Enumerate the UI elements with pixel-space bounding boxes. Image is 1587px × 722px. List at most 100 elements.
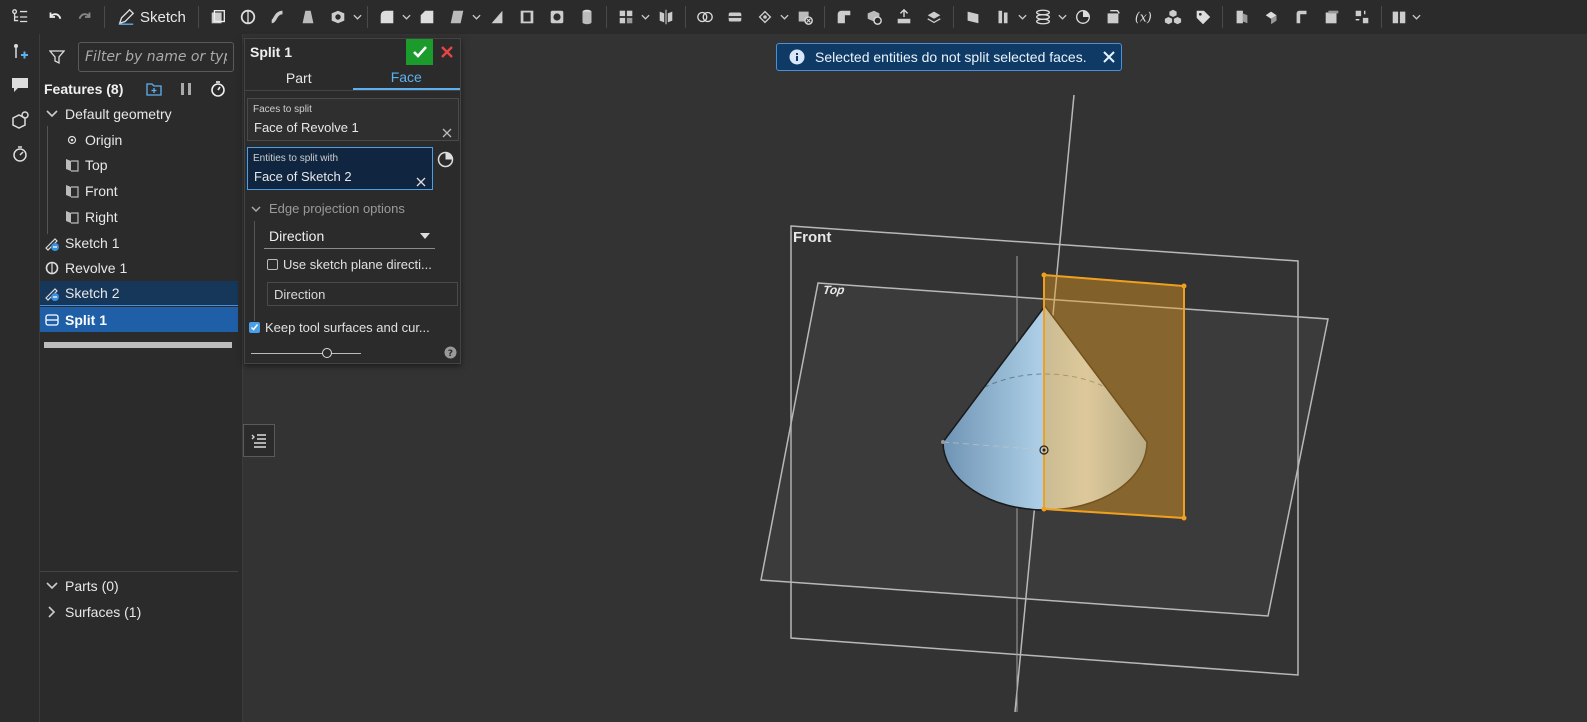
top-plane-label: Top (822, 283, 846, 297)
pattern-icon[interactable] (611, 3, 641, 31)
toolbar-divider (104, 6, 105, 28)
toolbar-divider (197, 6, 199, 28)
tree-item-sketch-2[interactable]: Sketch 2 (40, 281, 238, 306)
tree-item-label: Revolve 1 (65, 259, 128, 276)
bend-relief-icon[interactable] (1347, 3, 1377, 31)
flange-icon[interactable] (1257, 3, 1287, 31)
transform-icon[interactable] (750, 3, 780, 31)
hole-icon[interactable] (542, 3, 572, 31)
tree-item-default-geometry[interactable]: Default geometry (44, 101, 242, 126)
extrude-icon[interactable] (203, 3, 233, 31)
tree-item-origin[interactable]: Origin (64, 127, 238, 152)
panel-divider (40, 571, 238, 572)
mirror-icon[interactable] (651, 3, 681, 31)
surfaces-section[interactable]: Surfaces (1) (44, 599, 242, 624)
chevron-down-icon[interactable] (353, 3, 363, 31)
modify-fillet-icon[interactable] (829, 3, 859, 31)
close-icon[interactable] (1103, 51, 1115, 63)
chevron-down-icon[interactable] (44, 578, 60, 594)
tree-item-label: Origin (85, 131, 123, 148)
delete-face-icon[interactable] (859, 3, 889, 31)
toolbar-divider (684, 6, 686, 28)
pause-icon[interactable] (177, 80, 195, 98)
thicken-icon[interactable] (323, 3, 353, 31)
toast-message: Selected entities do not split selected … (815, 49, 1087, 65)
revolve-icon (44, 260, 60, 276)
sheet-metal-icon[interactable] (1227, 3, 1257, 31)
variable-icon[interactable]: (x) (1128, 3, 1158, 31)
chevron-down-icon[interactable] (1412, 3, 1422, 31)
stopwatch-icon[interactable] (209, 80, 227, 98)
chevron-down-icon[interactable] (472, 3, 482, 31)
toolbar-divider (823, 6, 825, 28)
parts-label: Parts (0) (65, 577, 119, 594)
delete-part-icon[interactable] (790, 3, 820, 31)
undo-icon[interactable] (40, 3, 70, 31)
insert-icon[interactable] (8, 40, 32, 64)
chevron-down-icon[interactable] (1018, 3, 1028, 31)
boolean-icon[interactable] (690, 3, 720, 31)
features-title: Features (8) (44, 81, 124, 97)
tag-icon[interactable] (1188, 3, 1218, 31)
redo-icon[interactable] (70, 3, 100, 31)
chevron-right-icon[interactable] (44, 604, 60, 620)
tree-item-right[interactable]: Right (64, 204, 238, 229)
cylinder-icon[interactable] (572, 3, 602, 31)
tree-item-split-1[interactable]: Split 1 (40, 307, 238, 332)
chevron-down-icon[interactable] (641, 3, 651, 31)
3d-viewport[interactable]: Front Top (243, 72, 1587, 722)
tree-item-front[interactable]: Front (64, 178, 238, 203)
tree-item-sketch-1[interactable]: Sketch 1 (44, 230, 242, 255)
move-face-icon[interactable] (889, 3, 919, 31)
update-icon[interactable] (1098, 3, 1128, 31)
tree-item-revolve-1[interactable]: Revolve 1 (44, 255, 242, 280)
highlighted-sketch-face[interactable] (1043, 273, 1185, 520)
cancel-button[interactable] (436, 41, 458, 63)
scene-graphics (760, 94, 1329, 713)
mate-connector-icon[interactable] (988, 3, 1018, 31)
shell-icon[interactable] (512, 3, 542, 31)
feature-list-icon[interactable] (0, 3, 40, 31)
accept-button[interactable] (406, 39, 433, 65)
close-icon (441, 46, 453, 58)
tab-icon[interactable] (1317, 3, 1347, 31)
filter-icon[interactable] (48, 49, 66, 65)
chevron-down-icon[interactable] (1058, 3, 1068, 31)
parts-icon[interactable] (1158, 3, 1188, 31)
section-view-icon[interactable] (1068, 3, 1098, 31)
comment-icon[interactable] (8, 72, 32, 96)
plane-icon[interactable] (958, 3, 988, 31)
filter-input[interactable] (78, 42, 234, 72)
chevron-down-icon[interactable] (44, 106, 60, 122)
revolve-icon[interactable] (233, 3, 263, 31)
replace-face-icon[interactable] (919, 3, 949, 31)
split-icon (44, 312, 60, 328)
rib-icon[interactable] (482, 3, 512, 31)
chamfer-icon[interactable] (412, 3, 442, 31)
parts-section[interactable]: Parts (0) (44, 573, 242, 598)
draft-icon[interactable] (442, 3, 472, 31)
chevron-down-icon[interactable] (402, 3, 412, 31)
fillet-icon[interactable] (372, 3, 402, 31)
tree-item-label: Sketch 2 (65, 285, 120, 301)
feature-panel: Features (8) Default geometry Origin Top… (40, 34, 243, 722)
tree-item-label: Top (85, 156, 108, 173)
frame-icon[interactable] (1386, 3, 1412, 31)
hem-icon[interactable] (1287, 3, 1317, 31)
appearance-icon[interactable] (8, 108, 32, 132)
sweep-icon[interactable] (263, 3, 293, 31)
tree-item-top[interactable]: Top (64, 152, 238, 177)
loft-icon[interactable] (293, 3, 323, 31)
rollback-bar[interactable] (44, 342, 232, 348)
sketch-button[interactable]: Sketch (109, 3, 194, 31)
split-icon[interactable] (720, 3, 750, 31)
add-folder-icon[interactable] (145, 80, 163, 98)
tree-item-label: Front (85, 182, 118, 199)
sketch-icon (44, 285, 60, 301)
main-toolbar: Sketch (x) (0, 0, 1587, 34)
sketch-button-label: Sketch (140, 8, 186, 26)
chevron-down-icon[interactable] (780, 3, 790, 31)
toolbar-divider (366, 6, 368, 28)
helix-icon[interactable] (1028, 3, 1058, 31)
timer-icon[interactable] (8, 142, 32, 166)
